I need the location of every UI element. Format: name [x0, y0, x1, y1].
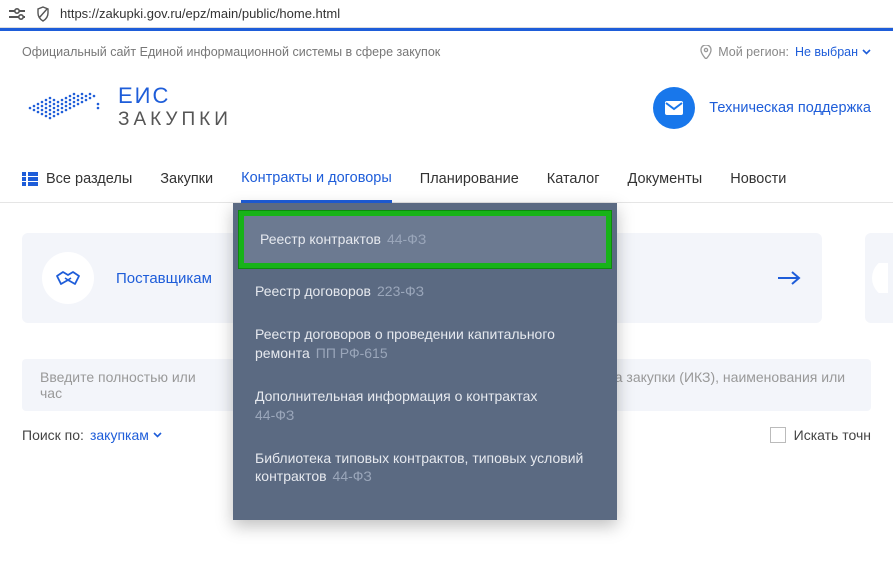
search-placeholder-right: кода закупки (ИКЗ), наименования или И: [593, 369, 853, 401]
card-title: Поставщикам: [116, 270, 212, 287]
dropdown-item-label: Библиотека типовых контрактов, типовых у…: [255, 450, 583, 485]
support-link[interactable]: Техническая поддержка: [653, 87, 871, 129]
logo-line2: ЗАКУПКИ: [118, 109, 232, 132]
region-label: Мой регион:: [718, 45, 789, 59]
grid-icon: [22, 172, 38, 186]
region-value[interactable]: Не выбран: [795, 45, 871, 59]
next-card-partial[interactable]: [865, 233, 893, 323]
info-bar: Официальный сайт Единой информационной с…: [0, 31, 893, 69]
dropdown-item-registry-agreements[interactable]: Реестр договоров 223-ФЗ: [233, 270, 617, 313]
support-text: Техническая поддержка: [709, 100, 871, 116]
dropdown-item-additional-info[interactable]: Дополнительная информация о контрактах 44…: [233, 375, 617, 437]
pin-icon: [700, 45, 712, 59]
url-text[interactable]: https://zakupki.gov.ru/epz/main/public/h…: [60, 6, 340, 21]
nav-contracts[interactable]: Контракты и договоры: [241, 156, 392, 203]
nav-zakupki[interactable]: Закупки: [160, 157, 213, 201]
checkbox[interactable]: [770, 427, 786, 443]
logo-line1: ЕИС: [118, 83, 232, 109]
main-nav: Все разделы Закупки Контракты и договоры…: [0, 156, 893, 203]
nav-all-label: Все разделы: [46, 171, 132, 187]
logo[interactable]: ЕИС ЗАКУПКИ: [22, 83, 232, 132]
handshake-icon: [42, 252, 94, 304]
site-description: Официальный сайт Единой информационной с…: [22, 45, 440, 59]
header: ЕИС ЗАКУПКИ Техническая поддержка: [0, 69, 893, 156]
region-selector[interactable]: Мой регион: Не выбран: [700, 45, 871, 59]
dropdown-item-capital-repair[interactable]: Реестр договоров о проведении капитально…: [233, 313, 617, 375]
search-by-label: Поиск по:: [22, 427, 84, 443]
dropdown-item-label: Дополнительная информация о контрактах: [255, 388, 537, 404]
browser-url-bar: https://zakupki.gov.ru/epz/main/public/h…: [0, 0, 893, 28]
logo-text: ЕИС ЗАКУПКИ: [118, 83, 232, 132]
dropdown-item-tag: 44-ФЗ: [333, 468, 372, 484]
dropdown-item-tag: 44-ФЗ: [387, 231, 426, 247]
exact-label: Искать точн: [794, 427, 871, 443]
dropdown-item-registry-contracts[interactable]: Реестр контрактов 44-ФЗ: [239, 211, 611, 268]
search-placeholder-left: Введите полностью или час: [40, 369, 218, 401]
nav-documents[interactable]: Документы: [627, 157, 702, 201]
dropdown-item-library[interactable]: Библиотека типовых контрактов, типовых у…: [233, 437, 617, 499]
contracts-dropdown: Реестр контрактов 44-ФЗ Реестр договоров 2…: [233, 203, 617, 520]
shield-icon[interactable]: [34, 6, 52, 22]
nav-planning[interactable]: Планирование: [420, 157, 519, 201]
nav-all-sections[interactable]: Все разделы: [22, 157, 132, 201]
nav-catalog[interactable]: Каталог: [547, 157, 600, 201]
partial-icon: [870, 263, 888, 293]
logo-map-icon: [22, 84, 102, 132]
search-by: Поиск по: закупкам: [22, 427, 162, 443]
mail-icon: [653, 87, 695, 129]
search-by-value: закупкам: [90, 427, 149, 443]
dropdown-item-tag: ПП РФ-615: [316, 345, 388, 361]
search-by-dropdown[interactable]: закупкам: [90, 427, 162, 443]
dropdown-item-tag: 44-ФЗ: [255, 407, 294, 423]
site-settings-icon[interactable]: [8, 6, 26, 22]
chevron-down-icon: [862, 49, 871, 55]
exact-search-toggle[interactable]: Искать точн: [770, 427, 871, 443]
dropdown-item-label: Реестр договоров: [255, 283, 371, 299]
dropdown-item-label: Реестр договоров о проведении капитально…: [255, 326, 555, 361]
dropdown-item-tag: 223-ФЗ: [377, 283, 424, 299]
arrow-right-icon: [776, 270, 802, 286]
dropdown-item-label: Реестр контрактов: [260, 231, 381, 247]
nav-news[interactable]: Новости: [730, 157, 786, 201]
chevron-down-icon: [153, 432, 162, 438]
content-area: Реестр контрактов 44-ФЗ Реестр договоров 2…: [0, 203, 893, 443]
